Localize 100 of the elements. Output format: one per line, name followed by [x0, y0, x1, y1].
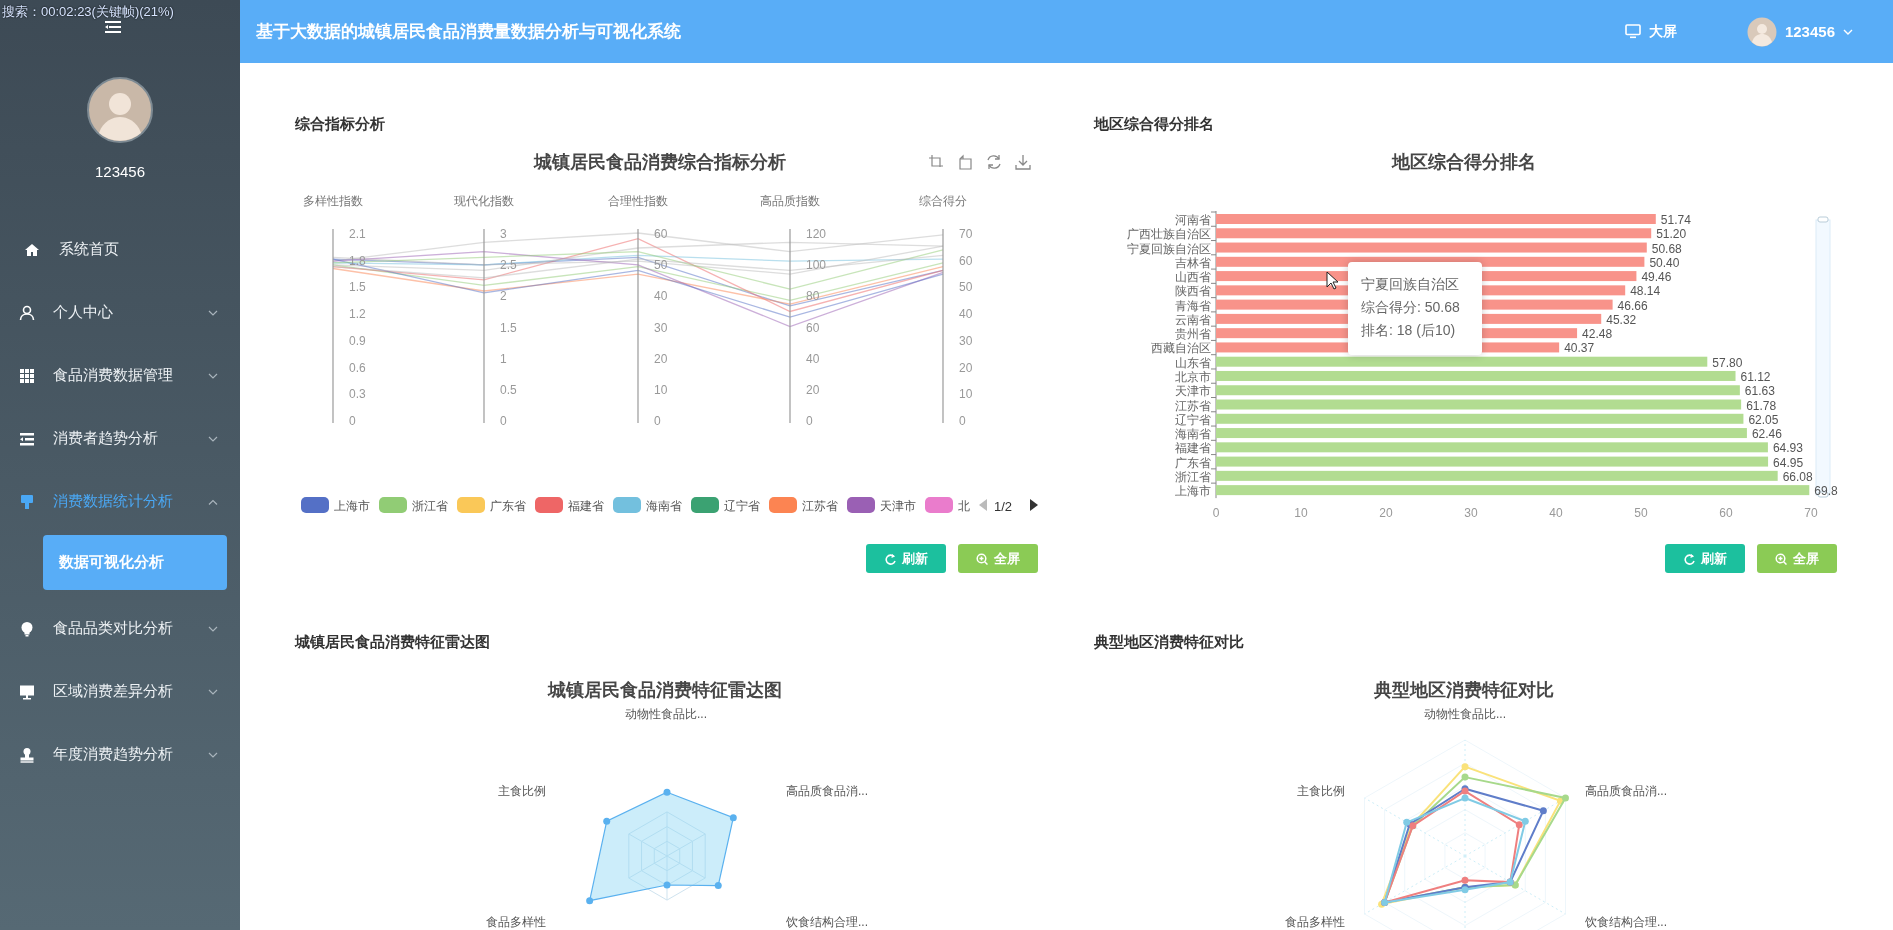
section-heading: 典型地区消费特征对比 [1094, 632, 1245, 652]
menu-item[interactable]: 年度消费趋势分析 [0, 723, 240, 786]
legend-swatch[interactable] [301, 497, 329, 513]
legend-label: 浙江省 [412, 499, 448, 513]
legend-swatch[interactable] [613, 497, 641, 513]
grid-icon [19, 367, 35, 384]
refresh-button[interactable]: 刷新 [1665, 544, 1745, 573]
legend-label: 广东省 [490, 499, 526, 513]
category-label: 山东省 [1175, 355, 1211, 370]
axis-tick-label: 20 [959, 360, 973, 375]
axis-tick-label: 1.5 [500, 320, 517, 335]
value-label: 50.68 [1651, 241, 1682, 256]
home-icon [24, 241, 40, 258]
indicator-label: 动物性食品比... [1424, 707, 1506, 721]
username: 123456 [93, 162, 147, 182]
value-label: 64.93 [1772, 441, 1803, 456]
category-label: 广东省 [1175, 455, 1211, 470]
category-label: 云南省 [1175, 312, 1211, 327]
monitor-icon [1624, 24, 1641, 39]
value-label: 48.14 [1630, 284, 1661, 299]
refresh-icon [884, 552, 896, 565]
fullscreen-button[interactable]: 全屏 [958, 544, 1038, 573]
axis-name: 合理性指数 [608, 194, 668, 208]
value-label: 51.74 [1660, 213, 1691, 227]
section-heading: 综合指标分析 [295, 114, 386, 134]
zoom-reset-icon[interactable] [960, 156, 971, 169]
value-label: 49.46 [1641, 270, 1672, 285]
legend-swatch[interactable] [769, 497, 797, 513]
axis-tick-label: 70 [1804, 506, 1818, 520]
menu-item[interactable]: 消费数据统计分析 [0, 470, 240, 533]
category-label: 贵州省 [1175, 327, 1211, 342]
menu-item[interactable]: 区域消费差异分析 [0, 660, 240, 723]
next-page-icon[interactable] [1030, 499, 1038, 511]
legend-swatch[interactable] [847, 497, 875, 513]
indicator-label: 高品质食品消... [786, 784, 868, 798]
fullscreen-button[interactable]: 全屏 [1757, 544, 1837, 573]
indicator-label: 饮食结构合理... [786, 915, 868, 929]
submenu-item[interactable]: 数据可视化分析 [43, 535, 227, 590]
legend-label: 上海市 [334, 499, 370, 513]
axis-name: 现代化指数 [454, 194, 514, 208]
value-label: 46.66 [1617, 298, 1648, 313]
value-label: 57.80 [1712, 355, 1743, 370]
avatar [1746, 16, 1777, 47]
chart-title: 典型地区消费特征对比 [1374, 680, 1554, 700]
value-label: 61.78 [1746, 398, 1777, 413]
chart-title: 城镇居民食品消费特征雷达图 [548, 680, 782, 700]
axis-tick-label: 0.5 [500, 382, 517, 397]
legend-label: 北 [958, 499, 970, 513]
axis-tick-label: 120 [806, 227, 827, 241]
big-screen-link[interactable]: 大屏 [1624, 22, 1677, 41]
legend-swatch[interactable] [691, 497, 719, 513]
menu-icon[interactable] [105, 20, 121, 34]
indicator-label: 食品多样性 [1285, 915, 1345, 929]
legend-label: 福建省 [568, 499, 604, 513]
category-label: 广西壮族自治区 [1127, 227, 1211, 242]
legend-swatch[interactable] [457, 497, 485, 513]
axis-tick-label: 0.3 [349, 387, 366, 402]
avatar [87, 77, 153, 143]
user-menu[interactable]: 123456 [1746, 16, 1853, 47]
value-label: 62.46 [1751, 427, 1782, 442]
menu-item[interactable]: 消费者趋势分析 [0, 407, 240, 470]
value-label: 64.95 [1773, 455, 1804, 470]
axis-tick-label: 60 [806, 320, 820, 335]
axis-tick-label: 100 [806, 258, 827, 273]
legend-swatch[interactable] [925, 497, 953, 513]
axis-tick-label: 50 [959, 280, 973, 295]
axis-tick-label: 0 [349, 414, 356, 428]
menu-item[interactable]: 系统首页 [0, 218, 240, 281]
zoom-in-icon [1775, 552, 1787, 565]
download-icon[interactable] [1016, 155, 1030, 169]
chart-title: 城镇居民食品消费综合指标分析 [534, 152, 786, 172]
refresh-button[interactable]: 刷新 [866, 544, 946, 573]
axis-tick-label: 0.6 [349, 360, 366, 375]
menu-item[interactable]: 食品消费数据管理 [0, 344, 240, 407]
axis-tick-label: 60 [959, 253, 973, 268]
legend-label: 江苏省 [802, 499, 838, 513]
restore-icon[interactable] [988, 155, 1000, 169]
axis-tick-label: 30 [959, 333, 973, 348]
axis-tick-label: 80 [806, 289, 820, 304]
menu-item[interactable]: 食品品类对比分析 [0, 597, 240, 660]
axis-tick-label: 40 [959, 307, 973, 322]
legend-swatch[interactable] [379, 497, 407, 513]
axis-tick-label: 1.8 [349, 253, 366, 268]
zoom-box-icon[interactable] [929, 155, 943, 167]
menu-item[interactable]: 个人中心 [0, 281, 240, 344]
axis-tick-label: 0.9 [349, 333, 366, 348]
axis-tick-label: 1.2 [349, 307, 366, 322]
legend-swatch[interactable] [535, 497, 563, 513]
value-label: 69.8 [1814, 484, 1838, 499]
axis-tick-label: 0 [500, 414, 507, 428]
axis-tick-label: 2.1 [349, 227, 366, 241]
category-label: 江苏省 [1175, 398, 1211, 413]
axis-tick-label: 20 [806, 382, 820, 397]
category-label: 宁夏回族自治区 [1127, 241, 1211, 256]
tooltip-title: 宁夏回族自治区 [1361, 275, 1460, 294]
axis-name: 综合得分 [919, 194, 967, 208]
category-label: 河南省 [1175, 213, 1211, 227]
legend-label: 海南省 [646, 499, 682, 513]
axis-tick-label: 20 [1379, 506, 1393, 520]
value-label: 62.05 [1748, 412, 1779, 427]
